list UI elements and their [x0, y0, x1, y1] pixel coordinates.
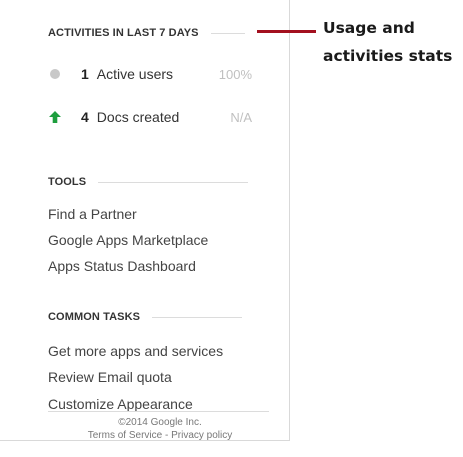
stat-count: 4 [81, 109, 89, 125]
green-up-arrow-icon [49, 111, 61, 123]
link-customize-appearance[interactable]: Customize Appearance [48, 396, 193, 412]
callout-label-line2: activities stats [323, 47, 453, 65]
status-dot-icon [49, 68, 61, 80]
link-review-email-quota[interactable]: Review Email quota [48, 369, 172, 385]
tools-section-header: TOOLS [48, 176, 249, 188]
link-get-more-apps[interactable]: Get more apps and services [48, 343, 223, 359]
common-tasks-section-header: COMMON TASKS [48, 311, 243, 323]
stat-label: Active users [96, 66, 174, 82]
callout-line [257, 30, 316, 33]
stat-count: 1 [81, 66, 89, 82]
common-tasks-section-title: COMMON TASKS [48, 311, 141, 323]
dashboard-sidebar-panel: ACTIVITIES IN LAST 7 DAYS 1 Active users… [0, 0, 290, 441]
link-google-apps-marketplace[interactable]: Google Apps Marketplace [48, 232, 208, 248]
footer-separator: - [164, 430, 169, 441]
stat-row-active-users: 1 Active users 100% [48, 64, 252, 84]
section-divider [98, 181, 249, 183]
activities-section-title: ACTIVITIES IN LAST 7 DAYS [48, 27, 199, 39]
stat-label: Docs created [96, 109, 180, 125]
link-apps-status-dashboard[interactable]: Apps Status Dashboard [48, 258, 196, 274]
link-find-a-partner[interactable]: Find a Partner [48, 206, 137, 222]
footer-copyright: ©2014 Google Inc. [118, 417, 202, 428]
callout-label-line1: Usage and [323, 19, 415, 37]
stat-percent: N/A [230, 109, 252, 125]
section-divider [210, 32, 245, 34]
stat-row-docs-created: 4 Docs created N/A [48, 107, 252, 127]
privacy-policy-link[interactable]: Privacy policy [171, 430, 232, 441]
section-divider [152, 316, 243, 318]
stat-percent: 100% [218, 66, 252, 82]
terms-of-service-link[interactable]: Terms of Service [88, 430, 162, 441]
footer-divider [48, 411, 269, 412]
activities-section-header: ACTIVITIES IN LAST 7 DAYS [48, 27, 245, 39]
footer-links: Terms of Service - Privacy policy [48, 430, 272, 441]
tools-section-title: TOOLS [48, 176, 87, 188]
